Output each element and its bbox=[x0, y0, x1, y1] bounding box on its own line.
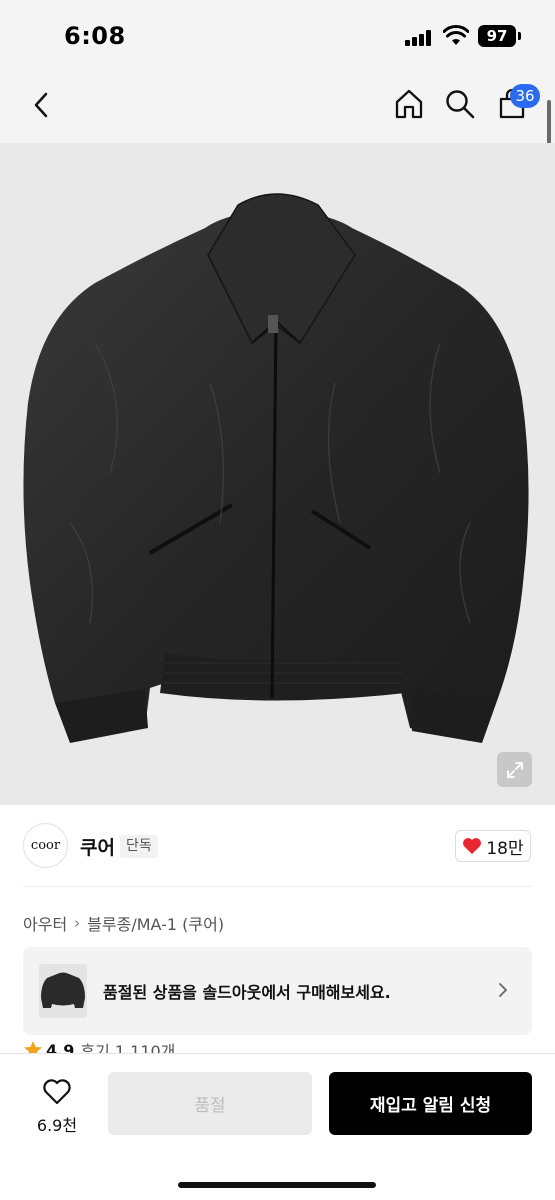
home-indicator bbox=[178, 1182, 376, 1188]
heart-outline-icon bbox=[43, 1079, 71, 1105]
breadcrumb-item-category[interactable]: 블루종/MA-1 (쿠어) bbox=[87, 911, 224, 935]
heart-filled-icon bbox=[463, 838, 482, 854]
status-time: 6:08 bbox=[64, 22, 126, 50]
divider bbox=[23, 886, 532, 887]
chevron-right-icon: › bbox=[74, 914, 81, 932]
chevron-left-icon bbox=[34, 92, 48, 118]
soldout-button: 품절 bbox=[108, 1072, 312, 1135]
brand-name[interactable]: 쿠어 bbox=[80, 833, 115, 860]
banner-thumbnail bbox=[39, 964, 87, 1018]
expand-image-button[interactable] bbox=[497, 752, 532, 787]
breadcrumb: 아우터 › 블루종/MA-1 (쿠어) bbox=[23, 911, 224, 935]
status-bar: 6:08 97 bbox=[0, 0, 555, 72]
expand-icon bbox=[506, 761, 523, 778]
search-icon bbox=[446, 90, 475, 119]
wifi-icon bbox=[443, 25, 469, 45]
cart-count-badge: 36 bbox=[510, 84, 540, 108]
search-button[interactable] bbox=[442, 86, 478, 122]
banner-text: 품절된 상품을 솔드아웃에서 구매해보세요. bbox=[103, 983, 391, 1002]
chevron-right-icon bbox=[499, 983, 507, 997]
home-icon bbox=[395, 89, 423, 119]
like-count: 18만 bbox=[486, 838, 524, 859]
battery-icon: 97 bbox=[478, 25, 516, 47]
brand-logo-text: coor bbox=[30, 838, 61, 853]
wishlist-button[interactable]: 6.9천 bbox=[24, 1072, 90, 1138]
battery-tip bbox=[518, 32, 521, 40]
wishlist-count: 6.9천 bbox=[36, 1116, 78, 1135]
home-button[interactable] bbox=[391, 86, 427, 122]
like-button[interactable]: 18만 bbox=[455, 830, 531, 862]
jacket-illustration bbox=[23, 193, 529, 743]
back-button[interactable] bbox=[26, 88, 56, 122]
cellular-signal-icon bbox=[405, 30, 433, 46]
nav-bar bbox=[0, 72, 555, 143]
brand-logo[interactable]: coor bbox=[23, 823, 68, 868]
bottom-action-bar: 6.9천 품절 재입고 알림 신청 bbox=[0, 1053, 555, 1200]
soldout-banner[interactable]: 품절된 상품을 솔드아웃에서 구매해보세요. bbox=[23, 947, 532, 1035]
restock-alert-button[interactable]: 재입고 알림 신청 bbox=[329, 1072, 532, 1135]
product-image[interactable] bbox=[0, 143, 555, 805]
breadcrumb-item-outer[interactable]: 아우터 bbox=[23, 911, 67, 935]
exclusive-tag: 단독 bbox=[120, 835, 158, 858]
